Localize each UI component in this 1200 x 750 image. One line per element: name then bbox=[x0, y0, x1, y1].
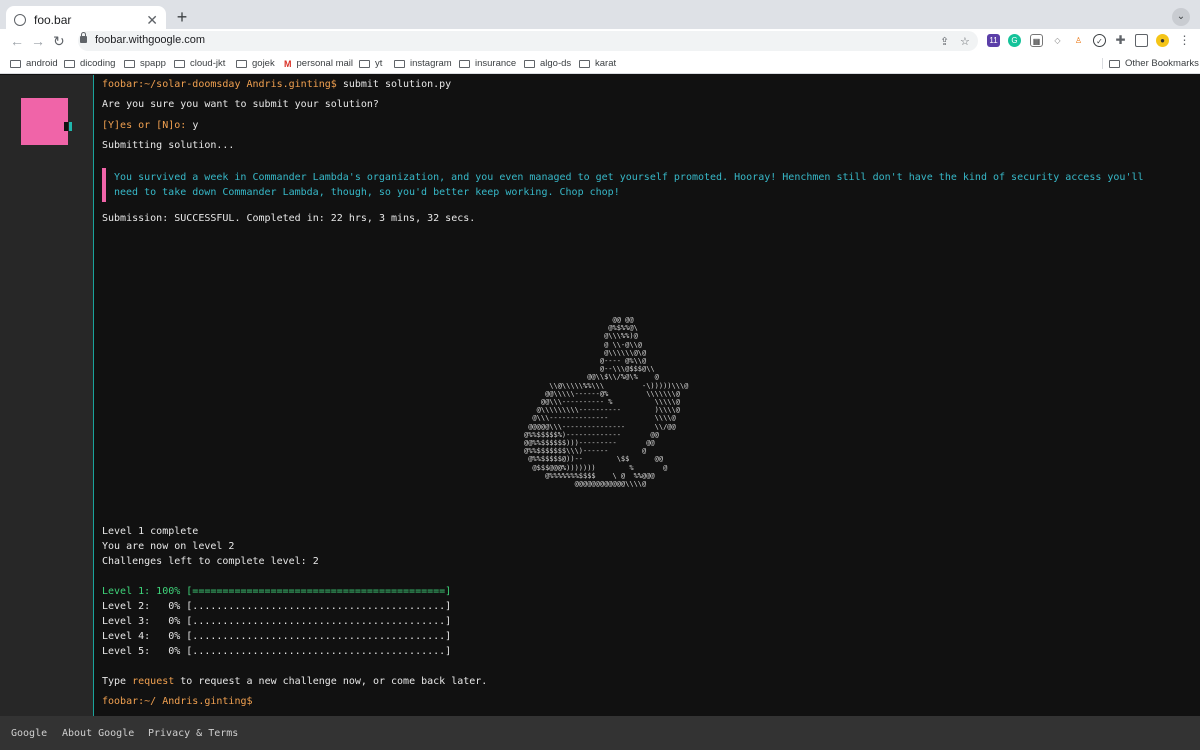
folder-icon bbox=[524, 59, 535, 68]
globe-icon bbox=[14, 14, 26, 26]
confirm-answer: y bbox=[186, 120, 199, 131]
footer-link-google[interactable]: Google bbox=[11, 728, 47, 739]
bookmark-gojek[interactable]: gojek bbox=[236, 58, 275, 69]
confirm-options: [Y]es or [N]o: bbox=[102, 120, 187, 131]
command-line: foobar:~/solar-doomsday Andris.ginting$ … bbox=[102, 79, 451, 90]
check-extension-icon[interactable]: ✓ bbox=[1093, 34, 1106, 47]
folder-icon bbox=[394, 59, 405, 68]
folder-icon bbox=[64, 59, 75, 68]
bookmark-cloud-jkt[interactable]: cloud-jkt bbox=[174, 58, 225, 69]
prompt: foobar:~/solar-doomsday Andris.ginting$ bbox=[102, 79, 337, 90]
folder-icon bbox=[359, 59, 370, 68]
url-text[interactable]: foobar.withgoogle.com bbox=[95, 34, 205, 46]
bookmark-algo-ds[interactable]: algo-ds bbox=[524, 58, 571, 69]
profile-avatar-icon[interactable]: ● bbox=[1156, 34, 1169, 47]
bookmark-star-icon[interactable]: ☆ bbox=[960, 35, 970, 48]
avatar-eye-highlight bbox=[69, 122, 72, 131]
submission-result: Submission: SUCCESSFUL. Completed in: 22… bbox=[102, 213, 476, 224]
gmail-icon: M bbox=[284, 58, 292, 69]
folder-icon bbox=[236, 59, 247, 68]
terminal-divider bbox=[93, 75, 94, 716]
bookmark-personal-mail[interactable]: Mpersonal mail bbox=[284, 58, 353, 69]
folder-icon bbox=[124, 59, 135, 68]
bookmark-yt[interactable]: yt bbox=[359, 58, 382, 69]
bookmark-insurance[interactable]: insurance bbox=[459, 58, 516, 69]
lock-icon[interactable] bbox=[80, 32, 87, 43]
level-complete: Level 1 complete bbox=[102, 526, 199, 537]
extension-badge-icon[interactable]: 11 bbox=[987, 34, 1000, 47]
bookmark-instagram[interactable]: instagram bbox=[394, 58, 452, 69]
forward-icon[interactable]: → bbox=[31, 34, 45, 48]
folder-icon bbox=[579, 59, 590, 68]
tab-search-button[interactable]: ⌄ bbox=[1172, 8, 1190, 26]
left-panel bbox=[0, 75, 93, 716]
dropbox-icon[interactable]: ◇ bbox=[1051, 34, 1064, 47]
request-command[interactable]: request bbox=[132, 676, 174, 687]
challenges-left: Challenges left to complete level: 2 bbox=[102, 556, 319, 567]
avatar bbox=[21, 98, 68, 145]
grammarly-icon[interactable]: G bbox=[1008, 34, 1021, 47]
back-icon[interactable]: ← bbox=[10, 34, 24, 48]
level-3-progress: Level 3: 0% [...........................… bbox=[102, 616, 452, 627]
confirm-question: Are you sure you want to submit your sol… bbox=[102, 99, 379, 110]
bookmark-spapp[interactable]: spapp bbox=[124, 58, 166, 69]
reload-icon[interactable]: ↻ bbox=[53, 34, 65, 48]
level-5-progress: Level 5: 0% [...........................… bbox=[102, 646, 452, 657]
current-level: You are now on level 2 bbox=[102, 541, 235, 552]
close-tab-icon[interactable]: ✕ bbox=[146, 13, 158, 27]
command-text: submit solution.py bbox=[336, 79, 452, 90]
notice-text: You survived a week in Commander Lambda'… bbox=[114, 172, 1144, 198]
notice-bar bbox=[102, 168, 106, 202]
extensions-puzzle-icon[interactable]: ✚ bbox=[1114, 34, 1127, 47]
share-icon[interactable]: ⇪ bbox=[940, 35, 949, 48]
person-extension-icon[interactable]: ♙ bbox=[1072, 34, 1085, 47]
level-1-progress: Level 1: 100% [=========================… bbox=[102, 586, 452, 597]
tab-title: foo.bar bbox=[34, 13, 72, 27]
address-bar[interactable] bbox=[78, 31, 978, 51]
folder-icon bbox=[459, 59, 470, 68]
side-panel-icon[interactable] bbox=[1135, 34, 1148, 47]
folder-icon bbox=[174, 59, 185, 68]
folder-icon bbox=[10, 59, 21, 68]
request-hint: Type request to request a new challenge … bbox=[102, 676, 488, 687]
qr-icon[interactable]: ▦ bbox=[1030, 34, 1043, 47]
new-tab-button[interactable]: + bbox=[173, 8, 191, 26]
bookmark-android[interactable]: android bbox=[10, 58, 58, 69]
folder-icon bbox=[1109, 59, 1120, 68]
submitting-text: Submitting solution... bbox=[102, 140, 235, 151]
footer-link-privacy[interactable]: Privacy & Terms bbox=[148, 728, 238, 739]
other-bookmarks[interactable]: Other Bookmarks bbox=[1102, 58, 1199, 69]
active-prompt[interactable]: foobar:~/ Andris.ginting$ bbox=[102, 696, 253, 707]
footer-link-about[interactable]: About Google bbox=[62, 728, 134, 739]
bunny-ascii-art: @@ @@ @%$%%@\ @\\\%%)@ @ \\-@\\@ @\\\\\\… bbox=[524, 316, 689, 489]
level-4-progress: Level 4: 0% [...........................… bbox=[102, 631, 452, 642]
footer: Google About Google Privacy & Terms bbox=[0, 716, 1200, 750]
menu-kebab-icon[interactable]: ⋮ bbox=[1178, 34, 1191, 47]
avatar-eye bbox=[64, 122, 68, 131]
confirm-line: [Y]es or [N]o: y bbox=[102, 120, 198, 131]
level-2-progress: Level 2: 0% [...........................… bbox=[102, 601, 452, 612]
terminal[interactable]: foobar:~/solar-doomsday Andris.ginting$ … bbox=[102, 75, 1192, 715]
promotion-notice: You survived a week in Commander Lambda'… bbox=[102, 168, 1162, 202]
bookmark-karat[interactable]: karat bbox=[579, 58, 616, 69]
bookmark-dicoding[interactable]: dicoding bbox=[64, 58, 115, 69]
